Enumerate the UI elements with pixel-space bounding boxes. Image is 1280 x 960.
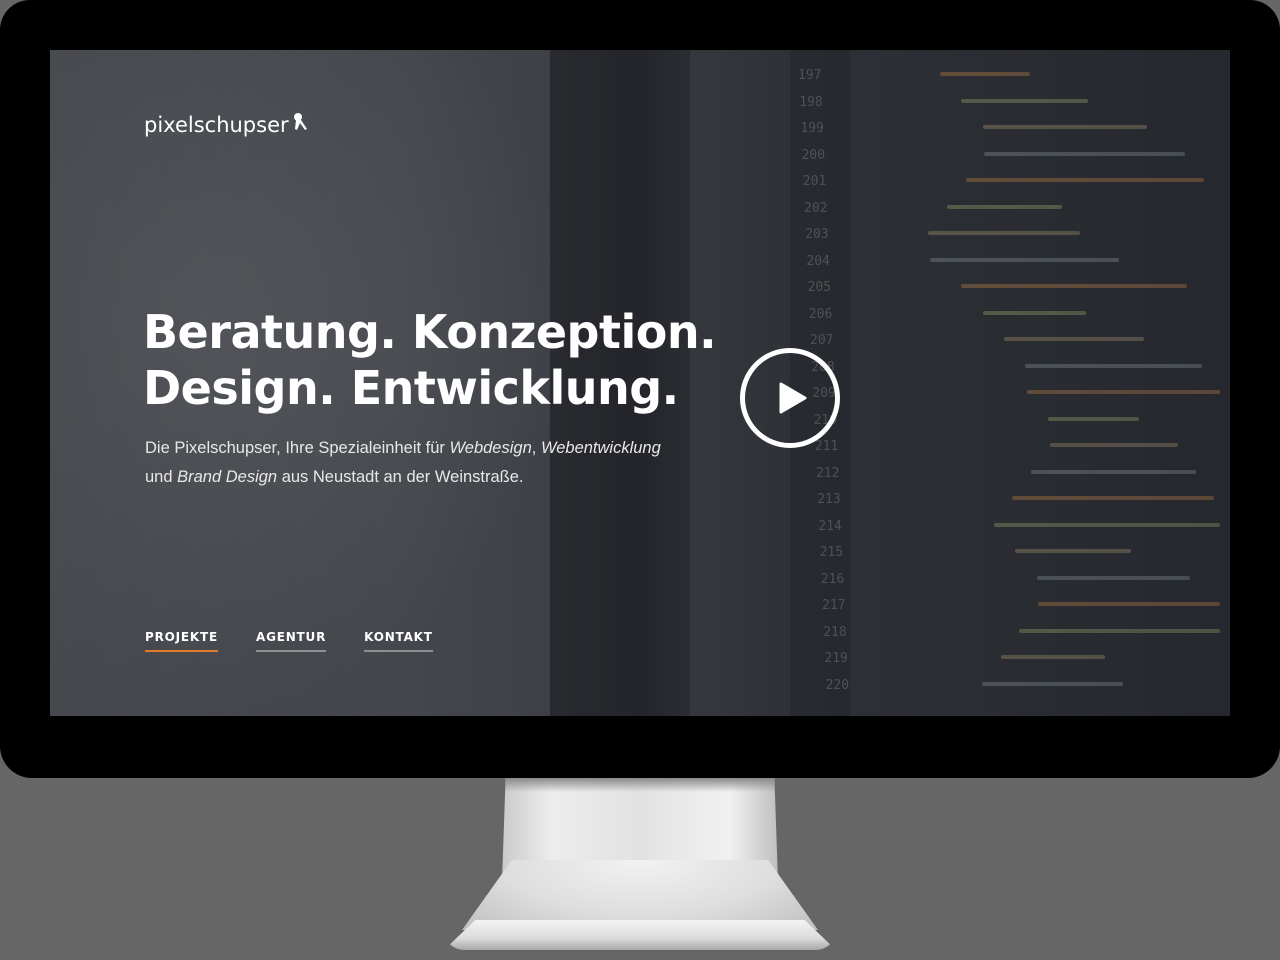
description-text: und xyxy=(145,468,178,486)
description-text: aus Neustadt an der Weinstraße. xyxy=(277,468,524,486)
description-text: Die Pixelschupser, Ihre Spezialeinheit f… xyxy=(145,439,450,457)
stage: 1971981992002012022032042052062072082092… xyxy=(0,0,1280,960)
headline-line-1: Beratung. Konzeption. xyxy=(143,305,717,359)
monitor-stand-base xyxy=(444,920,836,950)
site-logo[interactable]: pixelschupser xyxy=(144,113,309,137)
description-text: , xyxy=(531,439,541,457)
description-emphasis-webentwicklung: Webentwicklung xyxy=(540,439,661,457)
headline-line-2: Design. Entwicklung. xyxy=(143,361,679,415)
main-navigation: PROJEKTE AGENTUR KONTAKT xyxy=(145,630,471,652)
nav-item-agentur[interactable]: AGENTUR xyxy=(255,630,327,652)
hero-description: Die Pixelschupser, Ihre Spezialeinheit f… xyxy=(145,434,705,492)
website-screen: 1971981992002012022032042052062072082092… xyxy=(50,50,1230,716)
hero-headline: Beratung. Konzeption. Design. Entwicklun… xyxy=(143,304,743,416)
logo-text: pixelschupser xyxy=(144,113,289,137)
description-emphasis-webdesign: Webdesign xyxy=(449,439,532,457)
monitor-stand-shadow xyxy=(505,778,775,792)
monitor-bezel: 1971981992002012022032042052062072082092… xyxy=(0,0,1280,778)
pushpin-hand-icon xyxy=(291,112,309,132)
nav-item-kontakt[interactable]: KONTAKT xyxy=(364,630,433,652)
play-icon xyxy=(779,382,807,414)
description-emphasis-brand-design: Brand Design xyxy=(177,468,278,486)
nav-item-projekte[interactable]: PROJEKTE xyxy=(145,630,218,652)
monitor-stand-curve xyxy=(462,860,818,930)
video-play-button[interactable] xyxy=(740,348,840,448)
